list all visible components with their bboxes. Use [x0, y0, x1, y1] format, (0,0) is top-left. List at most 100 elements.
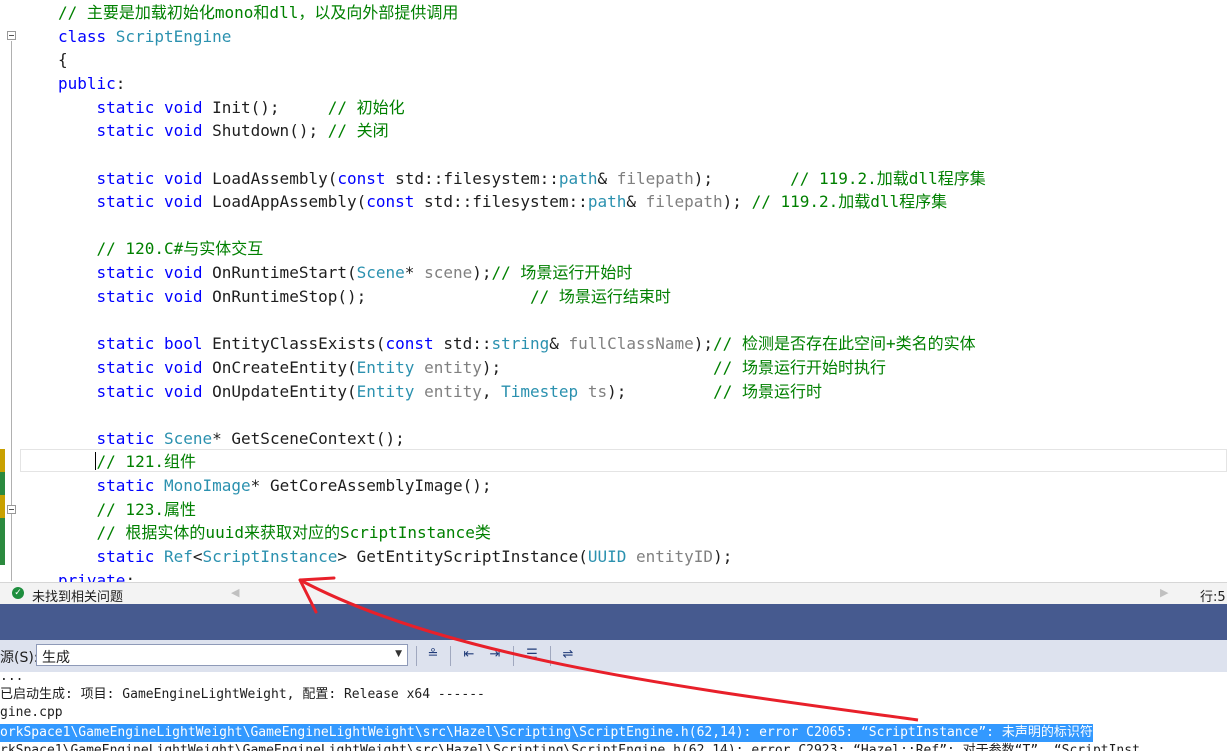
code-token: * GetCoreAssemblyImage(); — [250, 476, 492, 495]
code-token: // 根据实体的uuid来获取对应的ScriptInstance类 — [58, 523, 491, 542]
code-line[interactable]: class ScriptEngine — [58, 25, 231, 48]
code-token: public — [58, 74, 116, 93]
code-token: static bool — [58, 334, 213, 353]
code-token: ); — [693, 334, 714, 353]
code-token: const — [366, 192, 425, 211]
code-token: fullClassName — [568, 334, 694, 353]
code-token: const — [337, 169, 396, 188]
code-token: ts — [587, 382, 608, 401]
code-line[interactable]: // 120.C#与实体交互 — [58, 237, 264, 260]
code-line[interactable]: static void OnCreateEntity(Entity entity… — [58, 356, 886, 379]
code-token: : — [115, 74, 126, 93]
code-token: // 场景运行开始时执行 — [713, 358, 886, 377]
code-token: // 场景运行开始时 — [491, 263, 633, 282]
code-token: Scene — [356, 263, 405, 282]
code-token: // 关闭 — [327, 121, 389, 140]
code-token: // 119.2.加载dll程序集 — [751, 192, 948, 211]
code-line[interactable]: static bool EntityClassExists(const std:… — [58, 332, 976, 355]
code-line[interactable]: static void OnUpdateEntity(Entity entity… — [58, 380, 822, 403]
code-token: entity — [424, 358, 482, 377]
code-line[interactable]: static Ref<ScriptInstance> GetEntityScri… — [58, 545, 733, 568]
code-token: * — [404, 263, 425, 282]
toolbar-separator — [450, 646, 451, 666]
code-token: Timestep — [501, 382, 588, 401]
code-token: Entity — [356, 358, 425, 377]
fold-toggle-icon[interactable] — [7, 31, 16, 40]
code-line[interactable]: static void LoadAssembly(const std::file… — [58, 167, 986, 190]
code-token: static void — [58, 382, 213, 401]
code-token: static void — [58, 98, 213, 117]
code-line[interactable]: public: — [58, 72, 125, 95]
change-marker — [0, 518, 5, 565]
code-token: string — [491, 334, 550, 353]
code-token: ); — [722, 192, 752, 211]
scroll-right-icon[interactable]: ▶ — [1160, 586, 1168, 599]
source-label: 源(S): — [0, 650, 39, 666]
output-line[interactable]: rkSpace1\GameEngineLightWeight\GameEngin… — [0, 742, 1140, 751]
code-line[interactable]: static void OnRuntimeStop(); // 场景运行结束时 — [58, 285, 671, 308]
source-selected-value: 生成 — [42, 650, 70, 666]
fold-guide — [11, 41, 12, 581]
code-token: // 场景运行结束时 — [530, 287, 671, 306]
change-marker — [0, 449, 5, 472]
line-position[interactable]: 行:5 — [1200, 586, 1226, 605]
code-line[interactable]: static void LoadAppAssembly(const std::f… — [58, 190, 948, 213]
align-left-icon[interactable]: ⇤ — [458, 644, 480, 666]
code-token: ); — [481, 358, 714, 377]
code-line[interactable]: static void OnRuntimeStart(Scene* scene)… — [58, 261, 633, 284]
code-line[interactable]: static MonoImage* GetCoreAssemblyImage()… — [58, 474, 492, 497]
code-token: EntityClassExists( — [212, 334, 386, 353]
source-select[interactable]: 生成 ▼ — [36, 644, 408, 666]
code-token: ScriptEngine — [115, 27, 232, 46]
code-token: static void — [58, 169, 213, 188]
editor-gutter — [0, 0, 22, 582]
scroll-left-icon[interactable]: ◀ — [231, 586, 239, 599]
code-token: // 121.组件 — [58, 452, 196, 471]
current-line-highlight — [20, 449, 1227, 472]
code-token: * GetSceneContext(); — [212, 429, 405, 448]
align-right-icon[interactable]: ⇥ — [484, 644, 506, 666]
code-line[interactable]: static void Init(); // 初始化 — [58, 96, 405, 119]
code-line[interactable]: // 121.组件 — [58, 450, 196, 473]
code-token: path — [558, 169, 598, 188]
fold-toggle-icon[interactable] — [7, 505, 16, 514]
code-token: ); — [713, 547, 733, 566]
code-line[interactable]: static Scene* GetSceneContext(); — [58, 427, 405, 450]
code-token: static void — [58, 121, 213, 140]
code-editor[interactable]: // 主要是加载初始化mono和dll，以及向外部提供调用 class Scrip… — [0, 0, 1227, 582]
code-token: static void — [58, 358, 213, 377]
code-line[interactable]: static void Shutdown(); // 关闭 — [58, 119, 389, 142]
toolbar-separator — [513, 646, 514, 666]
code-token: : — [125, 571, 136, 582]
code-token: Scene — [163, 429, 213, 448]
code-token: Entity — [356, 382, 425, 401]
code-token: static — [58, 547, 164, 566]
find-icon[interactable]: ≗ — [422, 644, 444, 666]
code-line[interactable]: // 根据实体的uuid来获取对应的ScriptInstance类 — [58, 521, 491, 544]
issues-status[interactable]: 未找到相关问题 — [32, 586, 123, 605]
code-line[interactable]: private: — [58, 569, 135, 582]
code-token: ); — [607, 382, 714, 401]
code-token: filepath — [645, 192, 723, 211]
code-line[interactable]: { — [58, 48, 68, 71]
code-line[interactable]: // 123.属性 — [58, 498, 196, 521]
output-text[interactable]: ... 已启动生成: 项目: GameEngineLightWeight, 配置:… — [0, 672, 1227, 751]
code-line[interactable]: // 主要是加载初始化mono和dll，以及向外部提供调用 — [58, 1, 458, 24]
toolbar-separator — [550, 646, 551, 666]
check-circle-icon: ✓ — [12, 587, 24, 599]
output-line[interactable]: gine.cpp — [0, 704, 63, 722]
toggle-wrap-icon[interactable]: ⇌ — [557, 644, 579, 666]
code-token: < — [192, 547, 203, 566]
output-line[interactable]: ... — [0, 672, 23, 686]
code-token: // 检测是否存在此空间+类名的实体 — [713, 334, 976, 353]
output-line-selected[interactable]: orkSpace1\GameEngineLightWeight\GameEngi… — [0, 724, 1093, 742]
code-token: // 场景运行时 — [713, 382, 822, 401]
code-token: ScriptInstance — [202, 547, 338, 566]
code-token: OnRuntimeStart( — [212, 263, 357, 282]
code-token: static — [58, 429, 164, 448]
output-line[interactable]: 已启动生成: 项目: GameEngineLightWeight, 配置: Re… — [0, 686, 485, 704]
code-token: Shutdown(); — [212, 121, 328, 140]
editor-status-bar: ✓ 未找到相关问题 ◀ ▶ 行:5 — [0, 582, 1227, 605]
clear-all-icon[interactable]: ☰ — [521, 644, 543, 666]
code-token: OnUpdateEntity( — [212, 382, 357, 401]
